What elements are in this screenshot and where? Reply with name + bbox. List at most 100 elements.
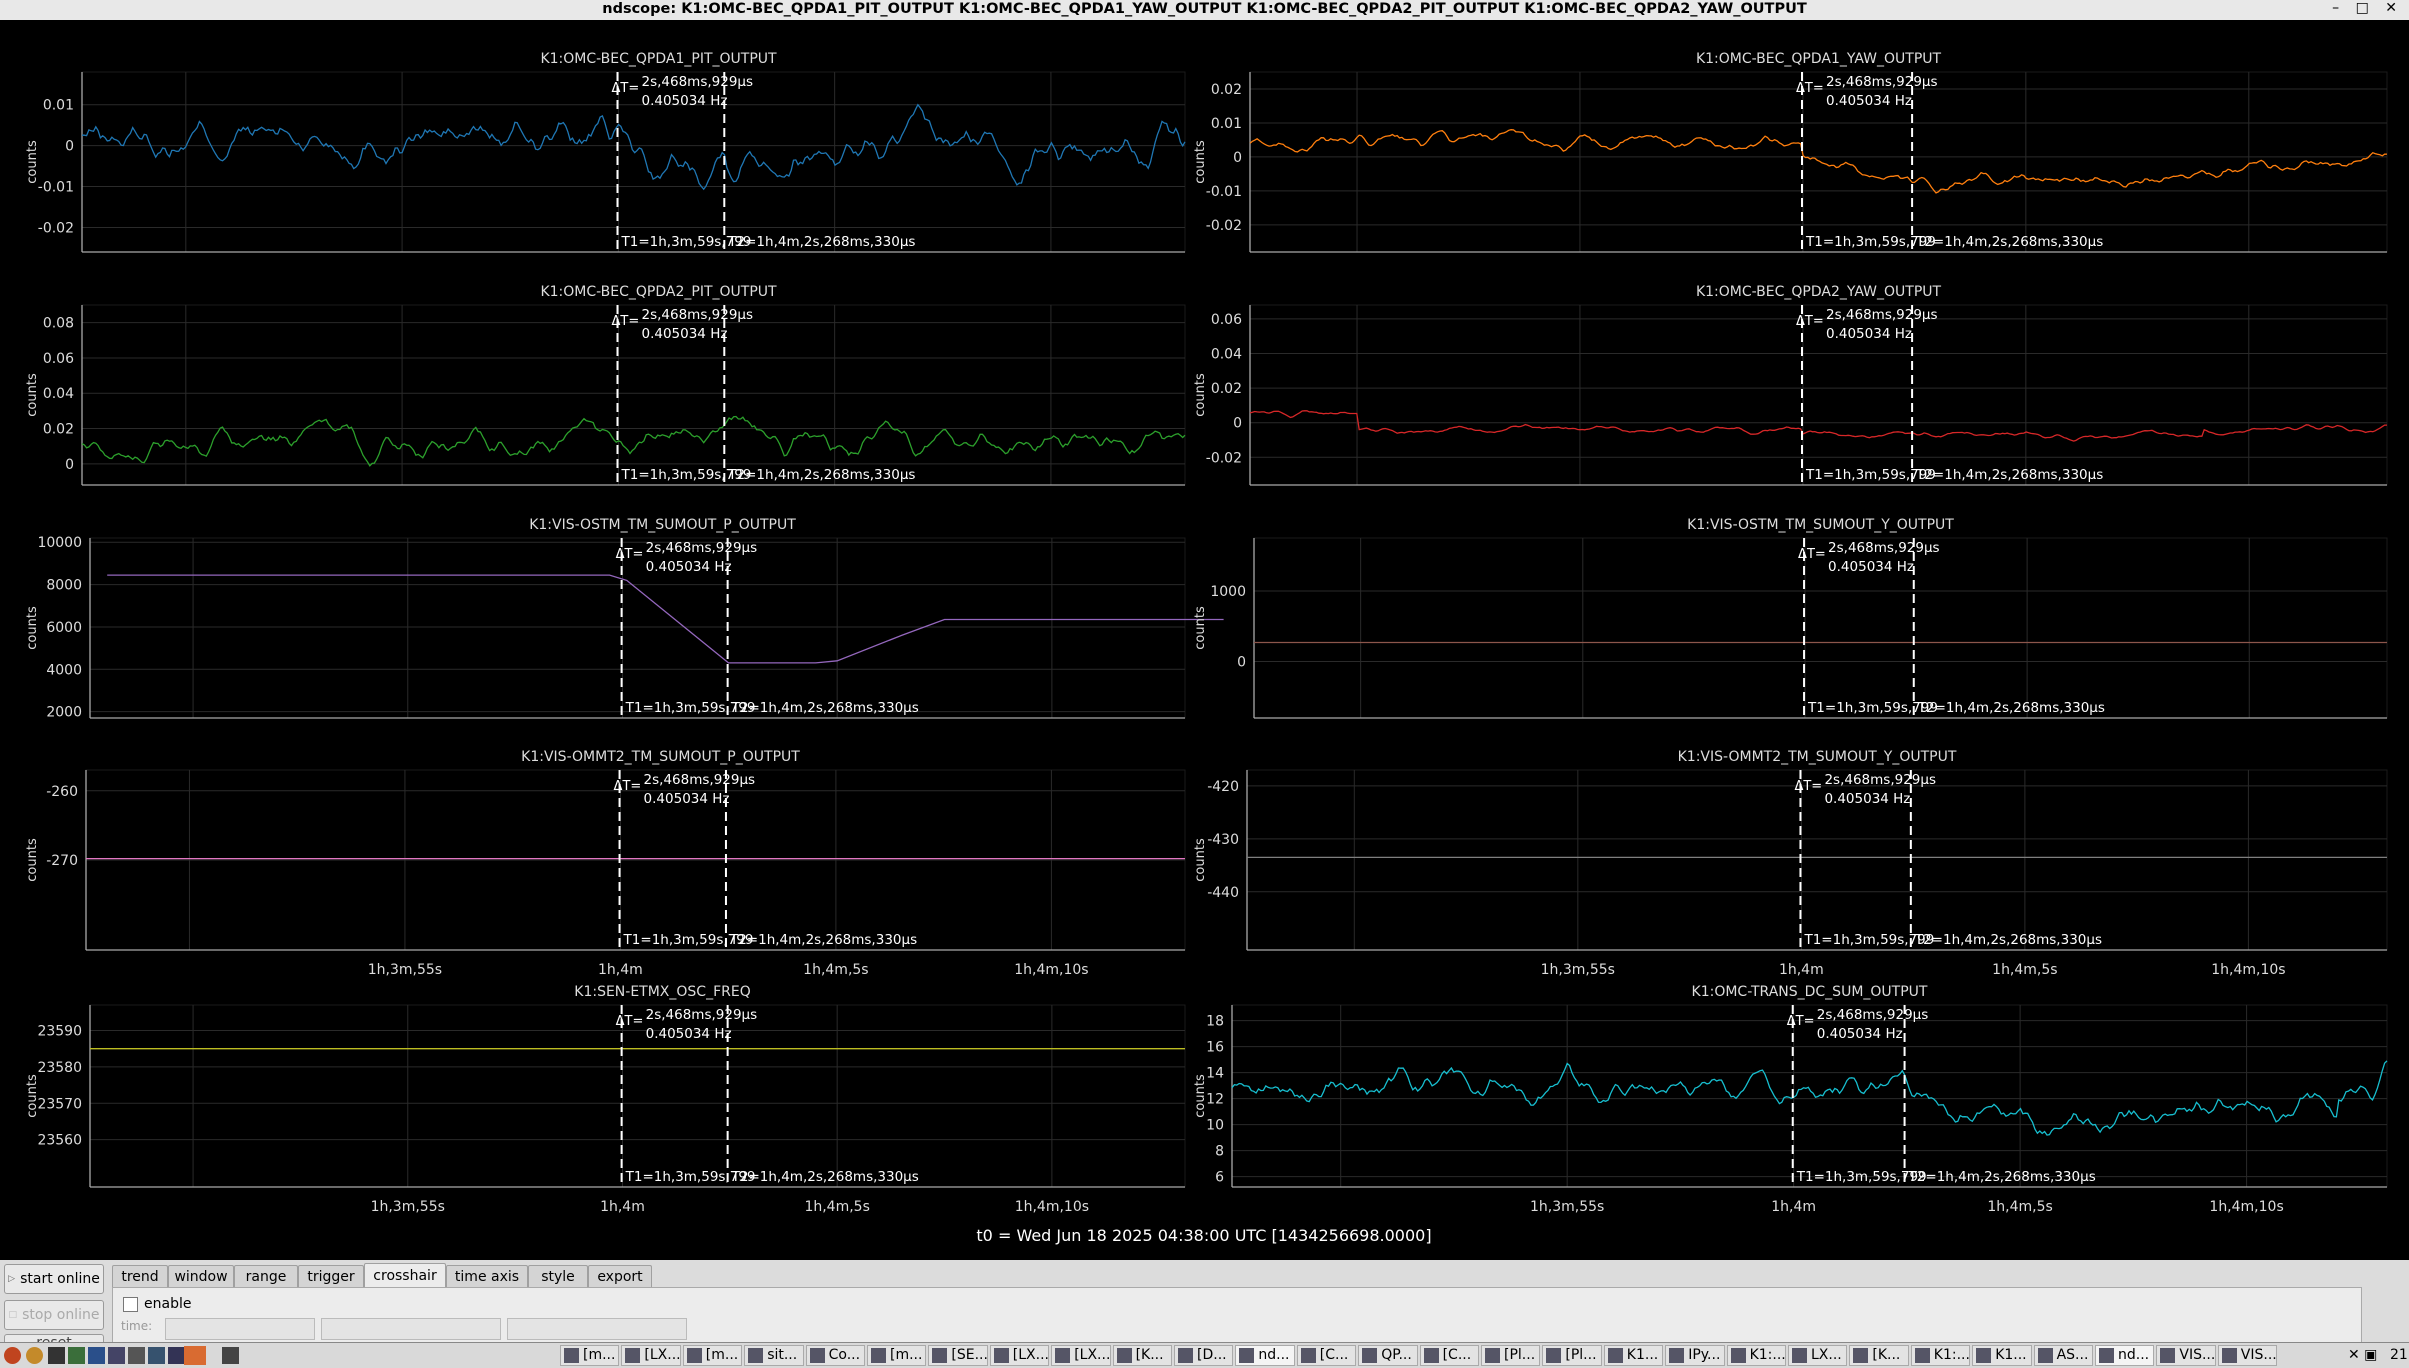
terminal-icon[interactable]: [68, 1347, 85, 1364]
task-window-icon: [686, 1348, 702, 1363]
taskbar-task[interactable]: [Pl...: [1481, 1345, 1541, 1366]
start-online-label: start online: [20, 1271, 100, 1287]
start-menu-icon[interactable]: [4, 1347, 21, 1364]
settings-icon[interactable]: [128, 1347, 145, 1364]
series-line: [107, 574, 1224, 664]
x-tick-label: 1h,3m,55s: [1541, 962, 1615, 978]
taskbar-task[interactable]: IPy...: [1665, 1345, 1725, 1366]
tab-window[interactable]: window: [168, 1265, 234, 1287]
y-axis-label: counts: [25, 1074, 40, 1118]
plot-title: K1:OMC-BEC_QPDA1_YAW_OUTPUT: [1696, 51, 1942, 67]
taskbar-task[interactable]: [LX...: [989, 1345, 1050, 1366]
taskbar-task[interactable]: QP...: [1358, 1345, 1418, 1366]
tab-style[interactable]: style: [528, 1265, 588, 1287]
task-window-icon: [564, 1348, 579, 1363]
stop-icon: □: [8, 1310, 18, 1320]
taskbar-task[interactable]: AS...: [2033, 1345, 2093, 1366]
delta-time: 2s,468ms,929µs: [644, 772, 756, 788]
time-input[interactable]: [165, 1318, 315, 1340]
tab-time-axis[interactable]: time axis: [446, 1265, 528, 1287]
delta-label: ΔT=: [616, 547, 644, 562]
time-label: time:: [121, 1319, 153, 1333]
plot-frame: [81, 71, 1186, 253]
y-axis-label: counts: [1193, 140, 1208, 184]
firefox-icon[interactable]: [26, 1347, 43, 1364]
t2-label: T2=1h,4m,2s,268ms,330µs: [731, 1169, 919, 1185]
plot-frame: [1253, 537, 2388, 719]
tab-trend[interactable]: trend: [112, 1265, 168, 1287]
y-axis-label: counts: [1193, 838, 1208, 882]
calendar-icon[interactable]: [184, 1346, 206, 1365]
window-controls[interactable]: – □ ✕: [2332, 0, 2403, 16]
taskbar-task[interactable]: [C...: [1296, 1345, 1357, 1366]
delta-frequency: 0.405034 Hz: [644, 791, 730, 807]
y-tick-label: 12: [1206, 1092, 1224, 1108]
tab-range[interactable]: range: [234, 1265, 298, 1287]
t2-label: T2=1h,4m,2s,268ms,330µs: [727, 234, 915, 250]
display-icon[interactable]: [168, 1347, 185, 1364]
taskbar-task[interactable]: LX...: [1788, 1345, 1848, 1366]
x-tick-label: 1h,4m: [1771, 1199, 1816, 1215]
files-icon[interactable]: [48, 1347, 65, 1364]
taskbar-task[interactable]: K1...: [1972, 1345, 2032, 1366]
y-tick-label: 23560: [37, 1133, 82, 1149]
editor-icon[interactable]: [88, 1347, 105, 1364]
taskbar-task[interactable]: [m...: [560, 1345, 620, 1366]
screen-icon[interactable]: [222, 1347, 239, 1364]
plots-svg[interactable]: 0.01 0 -0.01 -0.02 counts K1:OMC-BEC_QPDA1_PI…: [0, 20, 2409, 1260]
delta-frequency: 0.405034 Hz: [641, 326, 727, 342]
monitor-icon[interactable]: [108, 1347, 125, 1364]
task-window-icon: [2099, 1348, 2114, 1363]
taskbar-task[interactable]: [D...: [1174, 1345, 1234, 1366]
task-label: K1:...: [1749, 1347, 1786, 1363]
task-label: [Pl...: [1565, 1347, 1597, 1363]
y-axis-label: counts: [25, 838, 40, 882]
y-tick-label: 0.04: [43, 386, 74, 402]
tab-crosshair[interactable]: crosshair: [364, 1263, 446, 1288]
taskbar-task[interactable]: VIS...: [2217, 1345, 2278, 1366]
x-tick-label: 1h,4m,10s: [2209, 1199, 2283, 1215]
time-input-3[interactable]: [507, 1318, 687, 1340]
time-input-2[interactable]: [321, 1318, 501, 1340]
enable-checkbox[interactable]: [123, 1296, 138, 1312]
x-tick-label: 1h,4m,5s: [1987, 1199, 2052, 1215]
x-tick-label: 1h,4m,5s: [804, 1199, 869, 1215]
taskbar-task[interactable]: sit...: [744, 1345, 804, 1366]
series-line: [1231, 1060, 2388, 1136]
task-window-icon: [1362, 1348, 1378, 1363]
task-label: nd...: [1258, 1347, 1290, 1363]
taskbar-task[interactable]: [m...: [867, 1345, 927, 1366]
x-tick-label: 1h,4m,10s: [2211, 962, 2285, 978]
enable-checkbox-row[interactable]: enable: [123, 1296, 191, 1312]
plot-title: K1:VIS-OSTM_TM_SUMOUT_P_OUTPUT: [529, 517, 796, 533]
plot-frame: [89, 1004, 1186, 1188]
taskbar-task[interactable]: K1:...: [1910, 1345, 1971, 1366]
tab-trigger[interactable]: trigger: [298, 1265, 364, 1287]
start-online-button[interactable]: ▷ start online: [4, 1264, 104, 1294]
tab-export[interactable]: export: [588, 1265, 652, 1287]
taskbar-task[interactable]: VIS...: [2156, 1345, 2216, 1366]
taskbar-task[interactable]: K1...: [1603, 1345, 1664, 1366]
taskbar-task[interactable]: K1:...: [1726, 1345, 1786, 1366]
taskbar-task[interactable]: [LX...: [1051, 1345, 1111, 1366]
y-tick-label: 0: [65, 139, 74, 155]
app-icon[interactable]: [148, 1347, 165, 1364]
y-tick-label: -0.01: [1206, 184, 1242, 200]
taskbar-task[interactable]: nd...: [2095, 1345, 2155, 1366]
stop-online-button[interactable]: □ stop online: [4, 1300, 104, 1330]
x-tick-label: 1h,3m,55s: [371, 1199, 445, 1215]
taskbar-task[interactable]: [K...: [1849, 1345, 1909, 1366]
taskbar-task[interactable]: [m...: [682, 1345, 743, 1366]
delta-label: ΔT=: [611, 314, 639, 329]
taskbar-task[interactable]: Co...: [805, 1345, 865, 1366]
taskbar-task[interactable]: [SE...: [928, 1345, 988, 1366]
taskbar-task[interactable]: [K...: [1112, 1345, 1172, 1366]
t2-label: T2=1h,4m,2s,268ms,330µs: [727, 467, 915, 483]
taskbar-task[interactable]: [LX...: [621, 1345, 681, 1366]
tray-icons[interactable]: ✕ ▣: [2348, 1345, 2377, 1366]
task-window-icon: [809, 1348, 825, 1363]
taskbar-task[interactable]: [C...: [1419, 1345, 1479, 1366]
taskbar-task[interactable]: [Pl...: [1542, 1345, 1602, 1366]
y-tick-label: 10: [1206, 1118, 1224, 1134]
taskbar-task[interactable]: nd...: [1235, 1345, 1295, 1366]
